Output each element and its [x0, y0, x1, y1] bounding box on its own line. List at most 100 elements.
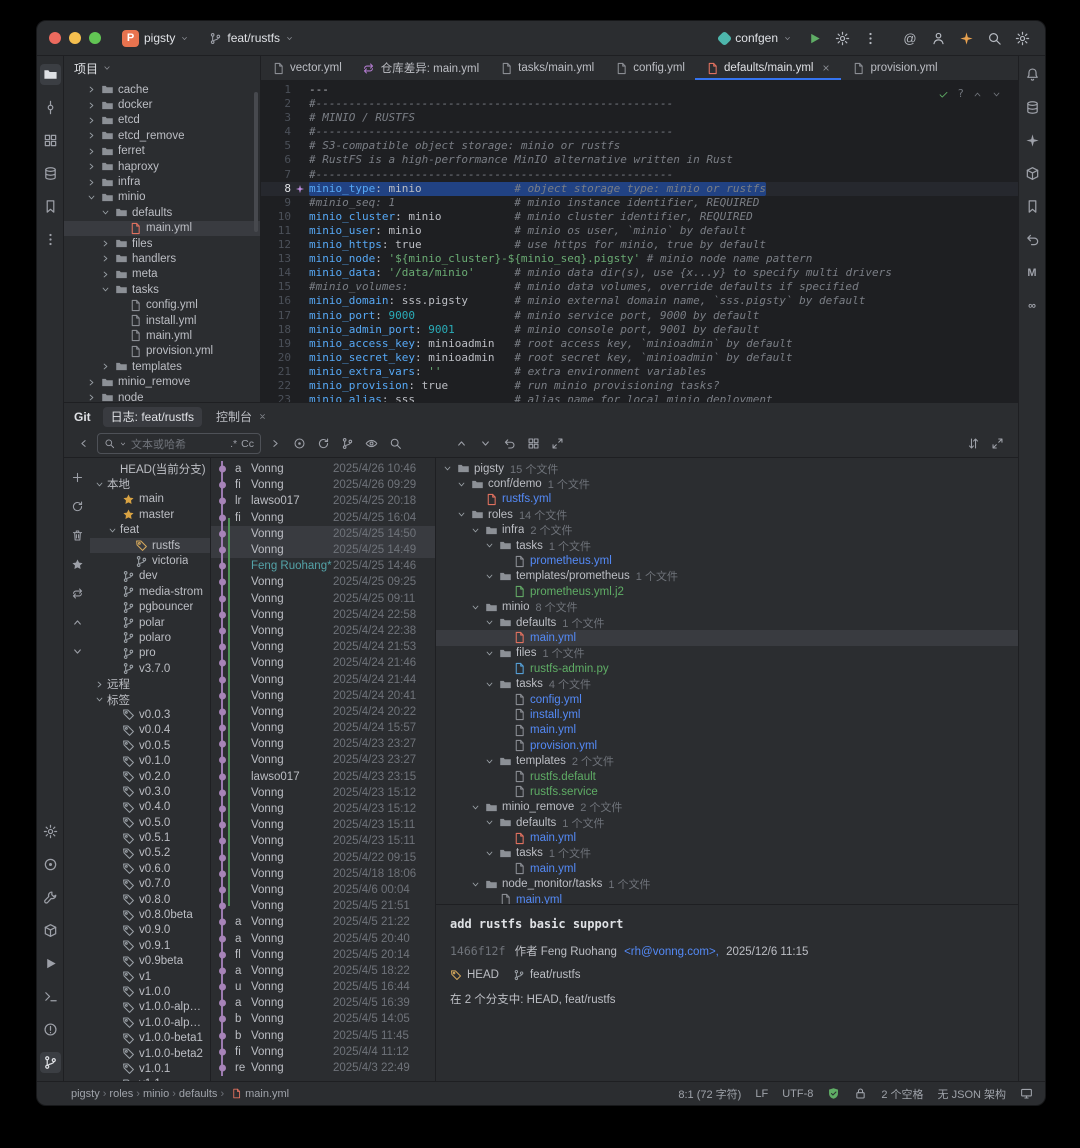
- close-icon[interactable]: [258, 412, 267, 421]
- navigate-head-icon[interactable]: [288, 434, 310, 454]
- project-tree-row[interactable]: tasks: [64, 282, 260, 297]
- run-dashboard-icon[interactable]: [40, 953, 61, 974]
- line-number[interactable]: 19: [261, 337, 291, 351]
- code-line[interactable]: 5 # S3-compatible object storage: minio o…: [261, 139, 1018, 153]
- chevron-right-icon[interactable]: [84, 146, 99, 157]
- project-tree-row[interactable]: files: [64, 236, 260, 251]
- chevron-down-icon[interactable]: [468, 602, 483, 613]
- chevron-right-icon[interactable]: [84, 377, 99, 388]
- code-line[interactable]: 2 #--------------------------------------…: [261, 97, 1018, 111]
- branch-row[interactable]: v0.8.0: [90, 892, 210, 907]
- code-line[interactable]: 20 minio_secret_key: minioadmin # root se…: [261, 351, 1018, 365]
- project-tree-row[interactable]: docker: [64, 97, 260, 112]
- branch-filter-icon[interactable]: [336, 434, 358, 454]
- changed-file-row[interactable]: minio 8 个文件: [436, 600, 1018, 615]
- branch-row[interactable]: v0.5.2: [90, 846, 210, 861]
- branch-row[interactable]: v1.0.0-beta2: [90, 1046, 210, 1061]
- branch-row[interactable]: v0.7.0: [90, 877, 210, 892]
- line-number[interactable]: 23: [261, 393, 291, 402]
- chevron-down-icon[interactable]: [98, 284, 113, 295]
- chevron-down-icon[interactable]: [482, 756, 497, 767]
- indent-style[interactable]: 2 个空格: [881, 1086, 923, 1102]
- commit-row[interactable]: Vonng 2025/4/24 22:58: [211, 606, 435, 623]
- dependencies-icon[interactable]: [1022, 163, 1043, 184]
- file-encoding[interactable]: UTF-8: [782, 1088, 813, 1100]
- editor-tab[interactable]: defaults/main.yml: [695, 56, 842, 80]
- commit-row[interactable]: Vonng 2025/4/23 15:12: [211, 800, 435, 818]
- commit-row[interactable]: Vonng 2025/4/23 15:11: [211, 833, 435, 850]
- commit-row[interactable]: Vonng 2025/4/23 23:27: [211, 736, 435, 753]
- commit-row[interactable]: fl Vonng 2025/4/5 20:14: [211, 946, 435, 963]
- commit-row[interactable]: b Vonng 2025/4/5 11:45: [211, 1027, 435, 1044]
- terminal-icon[interactable]: [40, 986, 61, 1007]
- commit-row[interactable]: Vonng 2025/4/23 15:11: [211, 817, 435, 834]
- line-number[interactable]: 13: [261, 252, 291, 266]
- changed-file-row[interactable]: rustfs.service: [436, 784, 1018, 799]
- editor-tab[interactable]: 仓库差异: main.yml: [352, 56, 489, 80]
- git-tab[interactable]: 日志: feat/rustfs: [102, 406, 203, 427]
- compare-branches-icon[interactable]: [67, 584, 87, 602]
- changed-file-row[interactable]: prometheus.yml: [436, 553, 1018, 568]
- code-editor[interactable]: ? 1 --- 2 #--------------------------------…: [261, 80, 1018, 402]
- branch-row[interactable]: 标签: [90, 692, 210, 707]
- history-icon[interactable]: [1022, 229, 1043, 250]
- changed-file-row[interactable]: provision.yml: [436, 738, 1018, 753]
- commit-row[interactable]: Vonng 2025/4/24 20:22: [211, 703, 435, 720]
- navigate-prev-change-icon[interactable]: [450, 434, 472, 454]
- code-line[interactable]: 17 minio_port: 9000 # minio service port,…: [261, 309, 1018, 323]
- code-line[interactable]: 13 minio_node: '${minio_cluster}-${minio_…: [261, 252, 1018, 266]
- changed-file-row[interactable]: templates/prometheus 1 个文件: [436, 569, 1018, 584]
- commit-row[interactable]: fi Vonng 2025/4/25 16:04: [211, 509, 435, 526]
- commit-row[interactable]: Vonng 2025/4/18 18:06: [211, 865, 435, 882]
- commit-row[interactable]: Feng Ruohang* 2025/4/25 14:46: [211, 558, 435, 575]
- line-separator[interactable]: LF: [755, 1088, 768, 1100]
- changed-file-row[interactable]: infra 2 个文件: [436, 523, 1018, 538]
- code-line[interactable]: 10 minio_cluster: minio # minio cluster i…: [261, 210, 1018, 224]
- project-tree-row[interactable]: handlers: [64, 251, 260, 266]
- commit-row[interactable]: Vonng 2025/4/22 09:15: [211, 849, 435, 866]
- chevron-down-icon[interactable]: [468, 525, 483, 536]
- commit-row[interactable]: Vonng 2025/4/23 15:12: [211, 784, 435, 801]
- chevron-down-icon[interactable]: [84, 192, 99, 203]
- line-number[interactable]: 6: [261, 153, 291, 167]
- editor-tab[interactable]: provision.yml: [841, 56, 947, 80]
- json-schema[interactable]: 无 JSON 架构: [938, 1086, 1006, 1102]
- commit-row[interactable]: Vonng 2025/4/24 15:57: [211, 720, 435, 737]
- project-scrollbar[interactable]: [254, 92, 258, 232]
- run-config-selector[interactable]: confgen: [712, 26, 799, 50]
- branch-row[interactable]: v1.0.1: [90, 1061, 210, 1076]
- commit-row[interactable]: Vonng 2025/4/6 00:04: [211, 881, 435, 899]
- line-number[interactable]: 17: [261, 309, 291, 323]
- view-options-icon[interactable]: [360, 434, 382, 454]
- ai-assistant-icon[interactable]: [1022, 130, 1043, 151]
- branch-row[interactable]: v0.5.1: [90, 830, 210, 845]
- code-line[interactable]: 15 #minio_volumes: # minio data volumes, …: [261, 280, 1018, 294]
- branch-row[interactable]: v0.0.5: [90, 738, 210, 753]
- maximize-panel-icon[interactable]: [986, 434, 1008, 454]
- database-icon[interactable]: [1022, 97, 1043, 118]
- chevron-right-icon[interactable]: [98, 269, 113, 280]
- build-icon[interactable]: [40, 887, 61, 908]
- branch-row[interactable]: polar: [90, 615, 210, 630]
- search-everywhere-button[interactable]: [981, 26, 1007, 50]
- branch-row[interactable]: v0.3.0: [90, 784, 210, 799]
- code-with-me-button[interactable]: @: [897, 26, 923, 50]
- line-number[interactable]: 2: [261, 97, 291, 111]
- changed-file-row[interactable]: rustfs.yml: [436, 492, 1018, 507]
- log-search-input[interactable]: 文本或哈希 .* Cc: [97, 433, 261, 454]
- chevron-down-icon[interactable]: [454, 509, 469, 520]
- line-number[interactable]: 18: [261, 323, 291, 337]
- commit-row[interactable]: a Vonng 2025/4/5 20:40: [211, 930, 435, 947]
- changed-file-row[interactable]: main.yml: [436, 830, 1018, 845]
- line-number[interactable]: 3: [261, 111, 291, 125]
- chevron-down-icon[interactable]: [468, 879, 483, 890]
- notifications-icon[interactable]: [1022, 64, 1043, 85]
- commit-row[interactable]: Vonng 2025/4/24 21:44: [211, 671, 435, 688]
- line-number[interactable]: 14: [261, 266, 291, 280]
- commit-ref[interactable]: HEAD: [450, 969, 499, 981]
- add-branch-icon[interactable]: [67, 468, 87, 486]
- code-line[interactable]: 14 minio_data: '/data/minio' # minio data…: [261, 266, 1018, 280]
- chevron-down-icon[interactable]: [92, 479, 107, 490]
- changed-file-row[interactable]: rustfs-admin.py: [436, 661, 1018, 676]
- commit-row[interactable]: a Vonng 2025/4/5 18:22: [211, 962, 435, 979]
